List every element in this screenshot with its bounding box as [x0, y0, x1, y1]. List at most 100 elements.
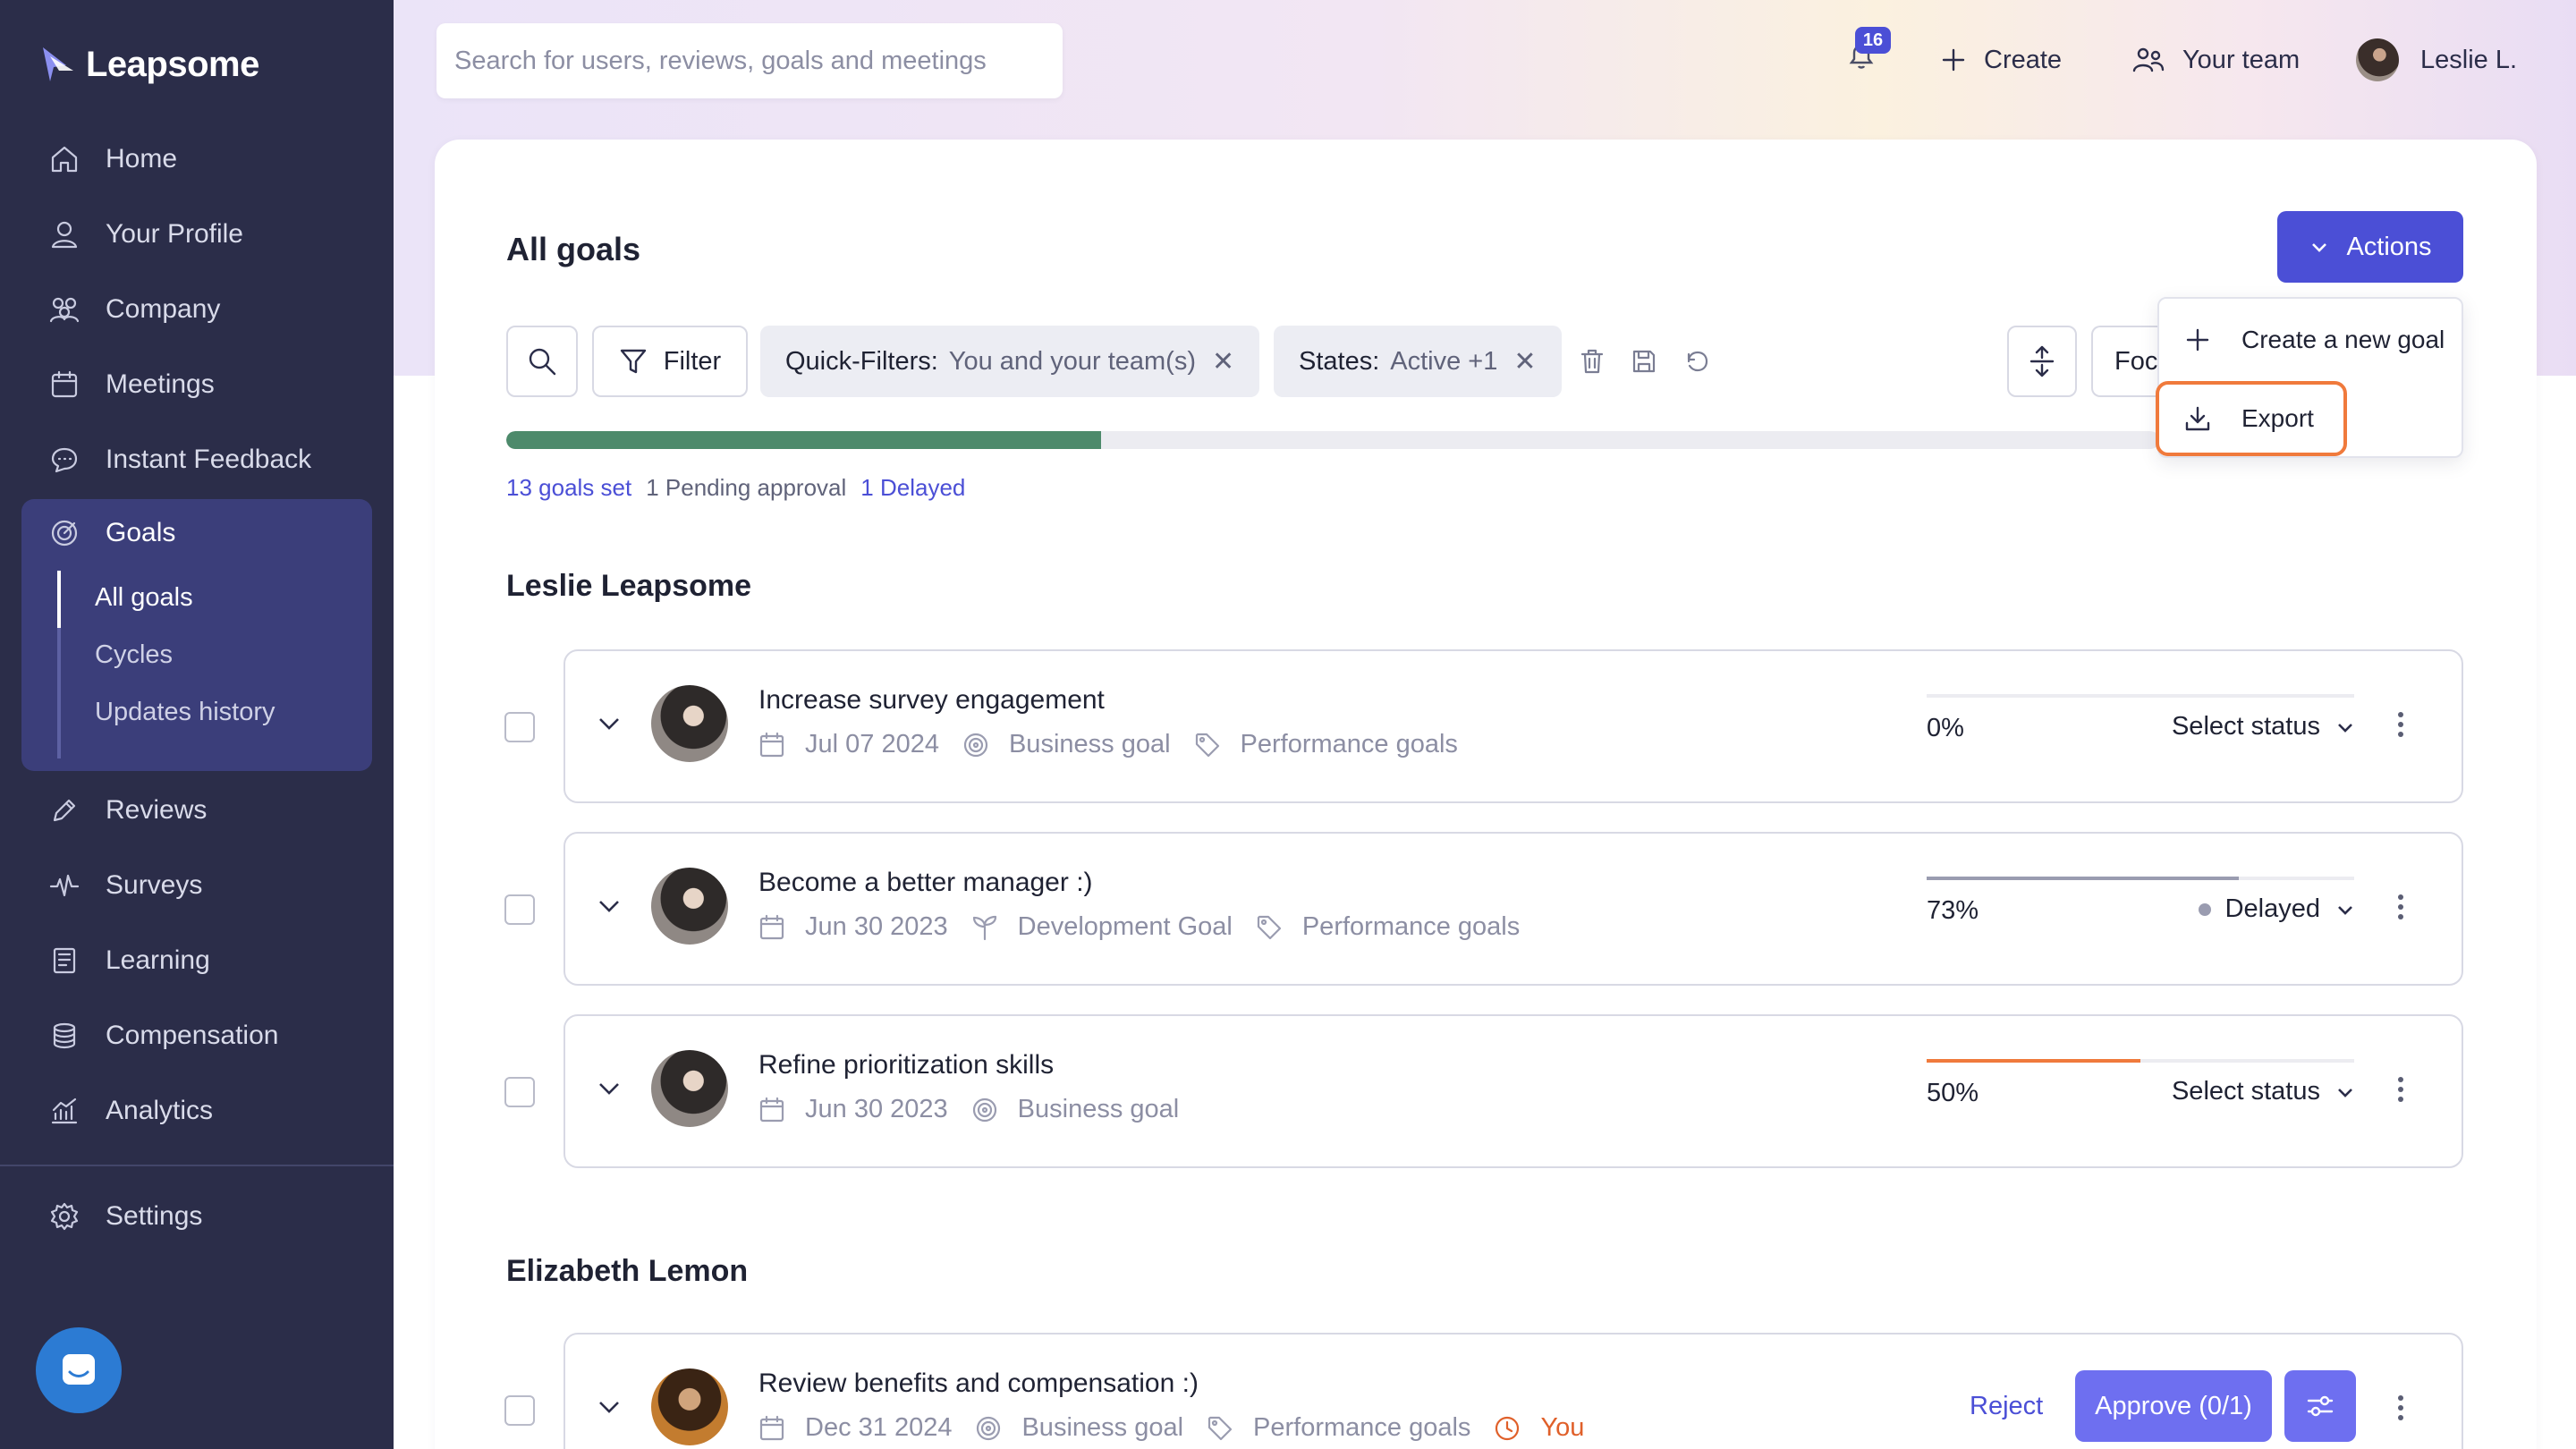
- page-title: All goals: [506, 231, 641, 267]
- goal-row[interactable]: Become a better manager :) Jun 30 2023 D…: [564, 832, 2463, 986]
- sidebar-item-label: Your Profile: [106, 219, 243, 249]
- goal-type: Development Goal: [1017, 912, 1233, 941]
- calendar-icon: [759, 1415, 784, 1440]
- more-options-icon[interactable]: [2392, 1072, 2410, 1107]
- expand-goal-button[interactable]: [596, 893, 626, 923]
- more-options-icon[interactable]: [2392, 707, 2410, 742]
- actions-button[interactable]: Actions: [2277, 211, 2463, 283]
- analytics-icon: [48, 1095, 80, 1127]
- goal-title[interactable]: Refine prioritization skills: [758, 1050, 1054, 1080]
- subnav-item-updates-history[interactable]: Updates history: [95, 698, 275, 727]
- expand-collapse-button[interactable]: [2007, 326, 2077, 397]
- sidebar-item-home[interactable]: Home: [21, 125, 372, 193]
- remove-states-filter-icon[interactable]: ✕: [1513, 346, 1536, 377]
- goal-tag: Performance goals: [1240, 730, 1458, 758]
- sidebar-item-analytics[interactable]: Analytics: [21, 1077, 372, 1145]
- status-value: Delayed: [2224, 894, 2320, 923]
- clock-icon: [1496, 1416, 1520, 1440]
- expand-goal-button[interactable]: [596, 710, 626, 741]
- trash-icon[interactable]: [1574, 343, 1610, 379]
- create-new-goal-item[interactable]: Create a new goal: [2159, 308, 2463, 372]
- chat-bubble-icon: [48, 444, 80, 476]
- chevron-down-icon: [2338, 905, 2352, 915]
- states-chip[interactable]: States: Active +1 ✕: [1274, 326, 1562, 397]
- support-chat-button[interactable]: [36, 1327, 122, 1413]
- subnav-active-marker: [57, 571, 61, 628]
- status-select[interactable]: Delayed: [2198, 894, 2356, 924]
- more-options-icon[interactable]: [2392, 889, 2410, 925]
- subnav-item-cycles[interactable]: Cycles: [95, 640, 173, 670]
- save-icon[interactable]: [1626, 343, 1662, 379]
- your-team-button[interactable]: Your team: [2132, 36, 2300, 84]
- leapsome-logo[interactable]: Leapsome: [39, 39, 259, 89]
- sidebar-item-goals[interactable]: Goals: [21, 499, 372, 567]
- goal-row[interactable]: Review benefits and compensation :) Dec …: [564, 1333, 2463, 1449]
- create-button[interactable]: Create: [1941, 36, 2062, 84]
- delayed-link[interactable]: 1 Delayed: [860, 474, 965, 502]
- goal-checkbox[interactable]: [504, 1077, 535, 1107]
- sidebar-item-learning[interactable]: Learning: [21, 927, 372, 995]
- funnel-icon: [620, 349, 646, 374]
- plus-icon: [2186, 328, 2209, 352]
- export-highlight: [2156, 381, 2347, 456]
- status-value: Select status: [2171, 1077, 2320, 1106]
- sidebar-item-label: Settings: [106, 1201, 203, 1231]
- reject-button[interactable]: Reject: [1970, 1392, 2043, 1421]
- remove-quick-filter-icon[interactable]: ✕: [1212, 346, 1234, 377]
- sidebar-item-meetings[interactable]: Meetings: [21, 351, 372, 419]
- sidebar-item-compensation[interactable]: Compensation: [21, 1002, 372, 1070]
- chevron-down-icon: [599, 901, 619, 912]
- create-new-goal-label: Create a new goal: [2241, 326, 2445, 353]
- status-select[interactable]: Select status: [2172, 712, 2356, 741]
- goal-row[interactable]: Refine prioritization skills Jun 30 2023…: [564, 1014, 2463, 1168]
- sidebar-item-label: Company: [106, 294, 221, 324]
- goal-checkbox[interactable]: [504, 712, 535, 742]
- approve-button[interactable]: Approve (0/1): [2075, 1370, 2272, 1442]
- approval-settings-button[interactable]: [2284, 1370, 2356, 1442]
- goal-title[interactable]: Increase survey engagement: [758, 685, 1105, 716]
- sidebar-item-label: Instant Feedback: [106, 445, 312, 474]
- sidebar-item-your-profile[interactable]: Your Profile: [21, 200, 372, 268]
- focus-button[interactable]: Focus: [2091, 326, 2159, 397]
- sidebar-item-label: Analytics: [106, 1096, 214, 1125]
- chevron-down-icon: [599, 718, 619, 730]
- sidebar-item-label: Compensation: [106, 1021, 279, 1050]
- reset-icon[interactable]: [1680, 343, 1716, 379]
- sidebar-item-company[interactable]: Company: [21, 275, 372, 343]
- expand-goal-button[interactable]: [596, 1394, 626, 1424]
- goal-title[interactable]: Review benefits and compensation :): [758, 1368, 1199, 1399]
- sidebar-item-label: Reviews: [106, 795, 208, 825]
- calendar-icon: [759, 732, 784, 757]
- goal-checkbox[interactable]: [504, 894, 535, 925]
- sidebar-item-settings[interactable]: Settings: [21, 1182, 372, 1250]
- sidebar-item-reviews[interactable]: Reviews: [21, 776, 372, 844]
- quick-filters-label: Quick-Filters:: [785, 346, 938, 376]
- search-input[interactable]: [454, 46, 1045, 76]
- sidebar-item-surveys[interactable]: Surveys: [21, 852, 372, 919]
- filter-button[interactable]: Filter: [592, 326, 748, 397]
- quick-filters-chip[interactable]: Quick-Filters: You and your team(s) ✕: [760, 326, 1260, 397]
- more-options-icon[interactable]: [2392, 1390, 2410, 1426]
- user-menu[interactable]: Leslie L.: [2356, 36, 2517, 84]
- goals-set-link[interactable]: 13 goals set: [506, 474, 631, 502]
- sidebar-item-label: Surveys: [106, 870, 203, 900]
- chevron-down-icon: [599, 1402, 619, 1413]
- goal-progress-text: 50%: [1927, 1079, 1979, 1107]
- global-search[interactable]: [436, 23, 1063, 98]
- status-select[interactable]: Select status: [2172, 1077, 2356, 1106]
- search-goals-button[interactable]: [506, 326, 578, 397]
- goal-row[interactable]: Increase survey engagement Jul 07 2024 B…: [564, 649, 2463, 803]
- expand-goal-button[interactable]: [596, 1075, 626, 1106]
- chevron-down-icon: [2338, 723, 2352, 733]
- sidebar-item-instant-feedback[interactable]: Instant Feedback: [21, 426, 372, 494]
- sidebar-item-label: Goals: [106, 518, 176, 547]
- goal-title[interactable]: Become a better manager :): [758, 868, 1093, 898]
- your-team-label: Your team: [2182, 45, 2301, 74]
- sidebar-goals-group: Goals All goals Cycles Updates history: [21, 499, 372, 771]
- owner-avatar: [651, 868, 728, 945]
- owner-avatar: [651, 1368, 728, 1445]
- subnav-item-all-goals[interactable]: All goals: [95, 583, 193, 613]
- goal-checkbox[interactable]: [504, 1395, 535, 1426]
- goal-meta: Jun 30 2023 Business goal: [758, 1095, 1202, 1124]
- states-label: States:: [1299, 346, 1380, 376]
